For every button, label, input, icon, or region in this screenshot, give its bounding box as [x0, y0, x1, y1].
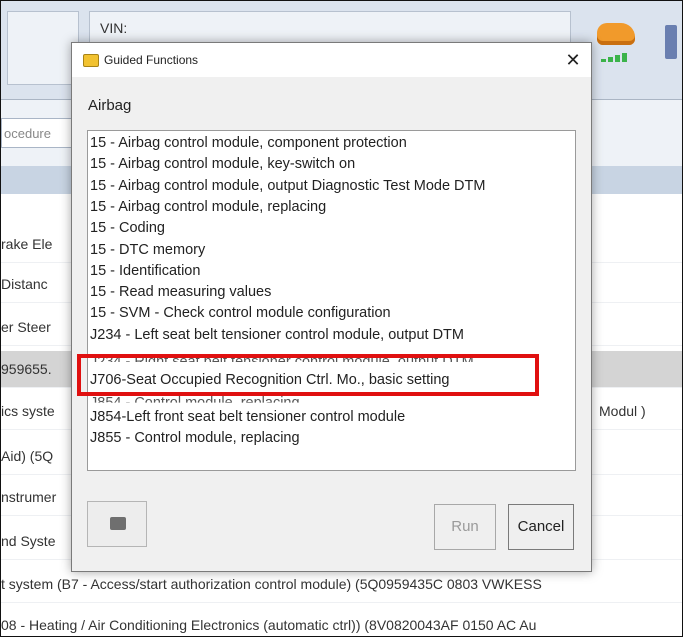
cancel-button[interactable]: Cancel	[508, 504, 574, 550]
close-icon[interactable]: ✕	[560, 47, 586, 73]
plug-icon[interactable]	[665, 25, 677, 59]
list-item[interactable]: 15 - SVM - Check control module configur…	[90, 303, 391, 324]
list-item[interactable]: J706-Seat Occupied Recognition Ctrl. Mo.…	[90, 370, 449, 391]
row-text: rake Ele	[1, 236, 53, 252]
row-text: ics syste	[1, 403, 55, 419]
row-text: 959655.	[1, 361, 52, 377]
list-item[interactable]: J234 - Left seat belt tensioner control …	[90, 325, 464, 346]
row-text-right: Modul )	[599, 403, 646, 419]
row-text: Distanc	[1, 276, 48, 292]
group-label: Airbag	[88, 97, 132, 114]
camera-icon	[110, 517, 126, 530]
table-row[interactable]: 08 - Heating / Air Conditioning Electron…	[1, 607, 682, 636]
run-button[interactable]: Run	[434, 504, 496, 550]
camera-button[interactable]	[87, 501, 147, 547]
list-item[interactable]: 15 - Airbag control module, key-switch o…	[90, 154, 355, 175]
left-panel	[7, 11, 79, 85]
dialog-titlebar: Guided Functions ✕	[72, 43, 591, 77]
row-text: nstrumer	[1, 489, 57, 505]
list-item[interactable]: 15 - Read measuring values	[90, 282, 271, 303]
function-listbox[interactable]: 15 - Airbag control module, component pr…	[87, 130, 576, 471]
list-item[interactable]: 15 - Airbag control module, replacing	[90, 197, 326, 218]
list-item[interactable]: 15 - Identification	[90, 261, 200, 282]
row-text: er Steer	[1, 319, 51, 335]
row-text: nd Syste	[1, 533, 56, 549]
search-input[interactable]: ocedure	[1, 118, 81, 148]
signal-strength-icon	[601, 53, 627, 62]
list-item[interactable]: J855 - Control module, replacing	[90, 428, 300, 449]
list-item[interactable]: 15 - DTC memory	[90, 240, 205, 261]
vin-label: VIN:	[100, 20, 128, 36]
list-item[interactable]: 15 - Airbag control module, component pr…	[90, 133, 407, 154]
list-item[interactable]: J854-Left front seat belt tensioner cont…	[90, 407, 405, 428]
row-text: 08 - Heating / Air Conditioning Electron…	[1, 617, 537, 633]
dialog-title: Guided Functions	[104, 53, 199, 67]
list-item[interactable]: 15 - Airbag control module, output Diagn…	[90, 176, 485, 197]
row-text: t system (B7 - Access/start authorizatio…	[1, 576, 542, 592]
car-icon[interactable]	[597, 23, 635, 45]
folder-icon	[83, 54, 99, 67]
guided-functions-dialog: Guided Functions ✕ Airbag 15 - Airbag co…	[71, 42, 592, 572]
row-text: Aid) (5Q	[1, 448, 54, 464]
list-item[interactable]: 15 - Coding	[90, 218, 165, 239]
